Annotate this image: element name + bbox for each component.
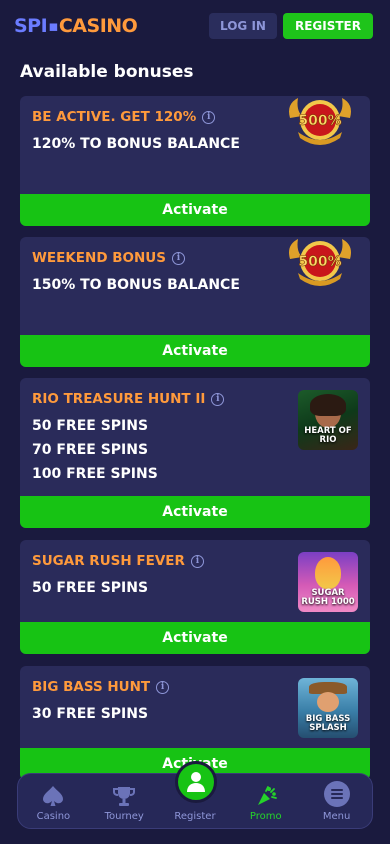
header: SPI ▪ CASINO LOG IN REGISTER (0, 0, 390, 52)
info-icon[interactable]: i (156, 680, 170, 694)
info-icon[interactable]: i (190, 554, 204, 568)
register-nav-button[interactable] (175, 761, 217, 803)
activate-button[interactable]: Activate (20, 496, 370, 528)
bonus-title: BE ACTIVE. GET 120% i (32, 109, 216, 125)
nav-item-tourney[interactable]: Tourney (92, 785, 156, 822)
hair-icon (310, 394, 346, 416)
bonus-title: RIO TREASURE HUNT II i (32, 391, 225, 407)
bonus-line: 70 FREE SPINS (32, 442, 149, 458)
bonus-line: 50 FREE SPINS (32, 580, 149, 596)
nav-item-casino[interactable]: Casino (21, 785, 85, 822)
bonus-card: WEEKEND BONUS i 150% TO BONUS BALANCE 50… (20, 237, 370, 367)
egg-icon (315, 557, 341, 589)
logo-part1: SPI (14, 15, 48, 37)
bonus-line: 120% TO BONUS BALANCE (32, 136, 240, 152)
bonus-line: 30 FREE SPINS (32, 706, 149, 722)
character-face-icon (317, 692, 339, 712)
activate-button[interactable]: Activate (20, 335, 370, 367)
auth-buttons: LOG IN REGISTER (209, 13, 373, 39)
sugar-rush-thumbnail[interactable]: SUGAR RUSH 1000 (298, 552, 358, 612)
menu-icon (323, 781, 350, 807)
bottom-nav: Casino Tourney Register Promo Menu (17, 761, 373, 829)
bonus-title: WEEKEND BONUS i (32, 250, 185, 266)
info-icon[interactable]: i (202, 110, 216, 124)
register-button[interactable]: REGISTER (282, 13, 373, 39)
svg-text:500%: 500% (298, 113, 341, 129)
svg-text:500%: 500% (298, 254, 341, 270)
section-title: Available bonuses (20, 62, 194, 82)
heart-of-rio-thumbnail[interactable]: HEART OF RIO (298, 390, 358, 450)
500-percent-badge-icon: 500% (289, 98, 351, 145)
bonus-title: BIG BASS HUNT i (32, 679, 170, 695)
activate-button[interactable]: Activate (20, 194, 370, 226)
bonus-line: 100 FREE SPINS (32, 466, 158, 482)
big-bass-splash-thumbnail[interactable]: BIG BASS SPLASH (298, 678, 358, 738)
logo-separator-icon: ▪ (48, 17, 58, 35)
promo-icon (257, 786, 277, 805)
bonus-line: 50 FREE SPINS (32, 418, 149, 434)
bonus-title: SUGAR RUSH FEVER i (32, 553, 204, 569)
nav-item-promo[interactable]: Promo (234, 785, 298, 822)
login-button[interactable]: LOG IN (209, 13, 277, 39)
bonus-line: 150% TO BONUS BALANCE (32, 277, 240, 293)
bonus-card: SUGAR RUSH FEVER i 50 FREE SPINS SUGAR R… (20, 540, 370, 654)
trophy-icon (113, 787, 136, 806)
bonus-card: RIO TREASURE HUNT II i 50 FREE SPINS 70 … (20, 378, 370, 528)
spade-icon (43, 786, 64, 806)
logo[interactable]: SPI ▪ CASINO (14, 15, 138, 37)
bonus-card: BE ACTIVE. GET 120% i 120% TO BONUS BALA… (20, 96, 370, 226)
activate-button[interactable]: Activate (20, 622, 370, 654)
nav-item-menu[interactable]: Menu (305, 781, 369, 822)
500-percent-badge-icon: 500% (289, 239, 351, 286)
info-icon[interactable]: i (171, 251, 185, 265)
logo-part2: CASINO (58, 15, 138, 37)
user-icon (187, 772, 205, 792)
info-icon[interactable]: i (211, 392, 225, 406)
